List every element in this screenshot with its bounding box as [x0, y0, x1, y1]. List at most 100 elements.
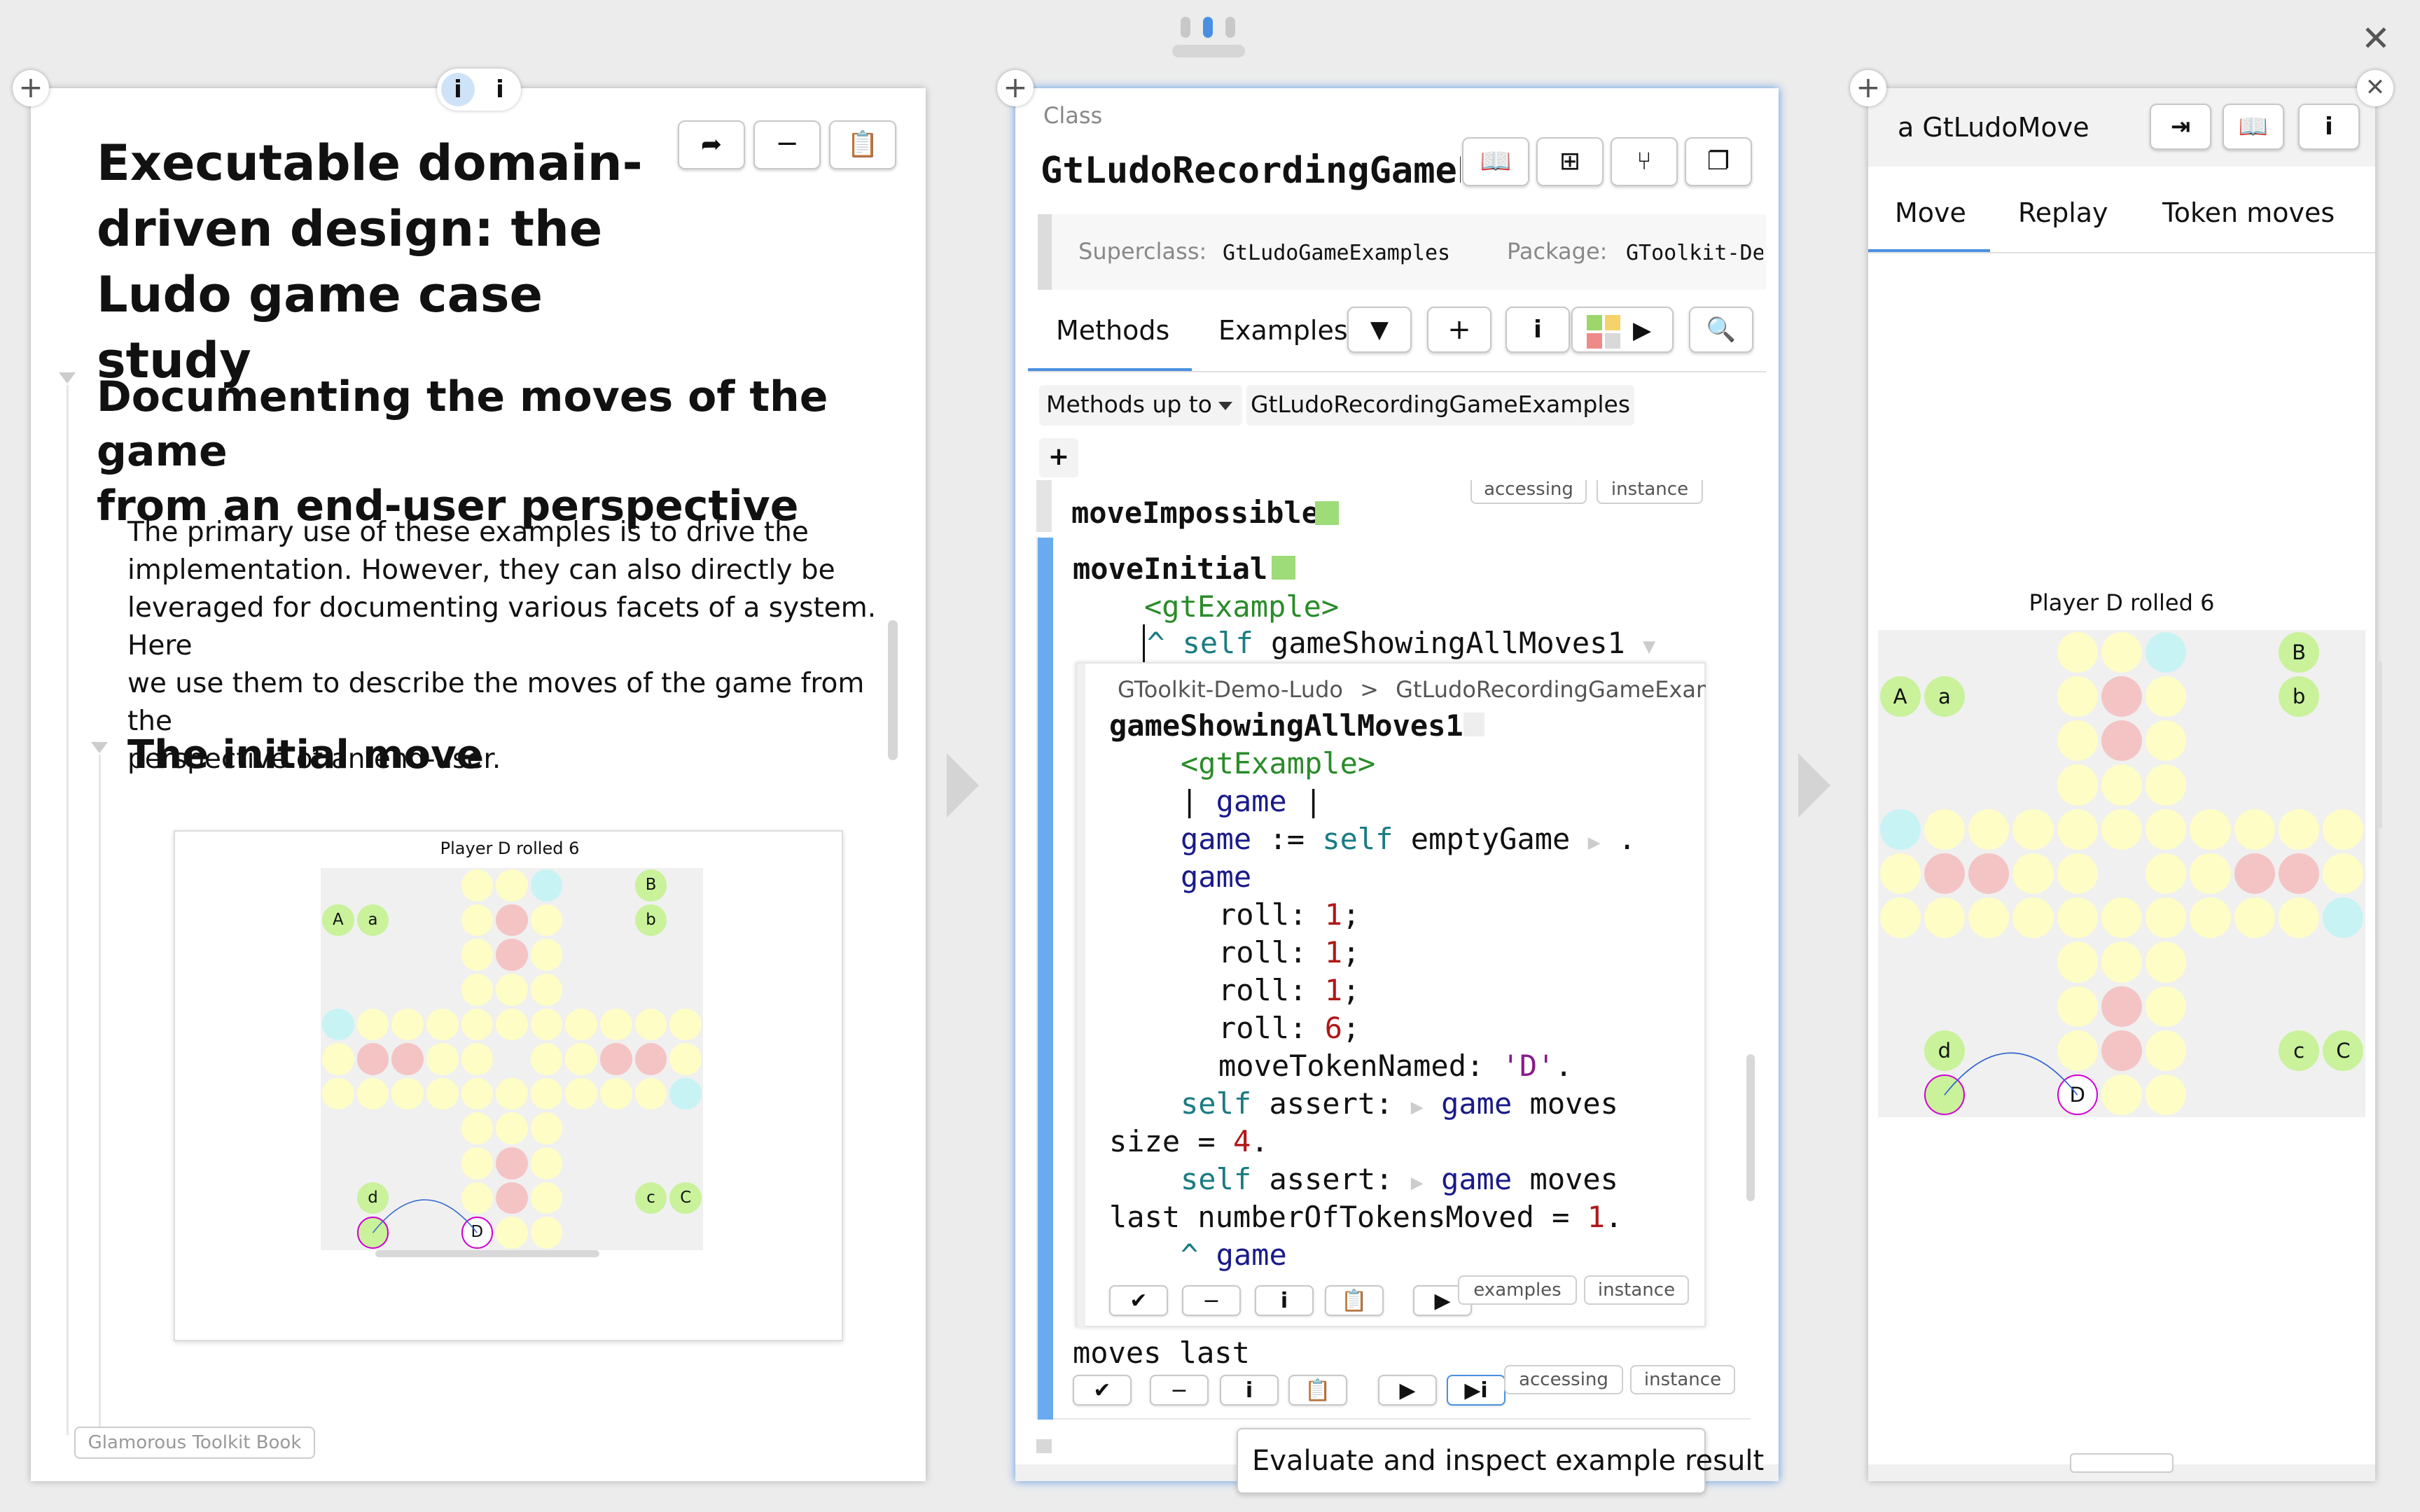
info-icon: i	[496, 76, 504, 104]
close-all-icon[interactable]: ✕	[2358, 21, 2393, 56]
tab-replay[interactable]: Replay	[2018, 197, 2108, 228]
section-collapse-triangle[interactable]	[59, 372, 76, 384]
protocol-tag[interactable]: accessing	[1504, 1365, 1623, 1394]
token-D-active[interactable]: D	[461, 1217, 494, 1249]
side-tag[interactable]: instance	[1597, 480, 1703, 504]
methods-up-to-dropdown[interactable]: Methods up to	[1039, 385, 1242, 426]
method-moveInitial-editor[interactable]: moveInitial <gtExample> ^ self gameShowi…	[1036, 538, 1751, 1420]
documentation-button[interactable]: 📖	[1462, 137, 1529, 186]
clipboard-button[interactable]: 📋	[1325, 1285, 1384, 1316]
clipboard-button[interactable]: 📋	[1288, 1375, 1347, 1406]
discard-button[interactable]: −	[1182, 1285, 1241, 1316]
book-icon: 📖	[2238, 113, 2269, 141]
tab-examples[interactable]: Examples	[1218, 315, 1348, 346]
method-breadcrumb[interactable]: GToolkit-Demo-Ludo > GtLudoRecordingGame…	[1118, 676, 1706, 703]
protocol-tag[interactable]: accessing	[1470, 480, 1587, 504]
method-moveImpossible[interactable]: moveImpossible accessing instance	[1036, 480, 1751, 532]
info-button[interactable]: i	[1255, 1285, 1314, 1316]
preview-scrollbar[interactable]	[375, 1250, 599, 1257]
side-tag[interactable]: instance	[1584, 1275, 1689, 1305]
inspector-scrollbar[interactable]	[2377, 661, 2382, 829]
kind-label: Class	[1043, 102, 1103, 129]
close-pane-icon[interactable]: ✕	[2357, 70, 2393, 106]
side-tag[interactable]: instance	[1630, 1365, 1735, 1394]
filter-button[interactable]: ▼	[1347, 307, 1412, 353]
embedded-method-editor[interactable]: GToolkit-Demo-Ludo > GtLudoRecordingGame…	[1076, 662, 1706, 1329]
editor-scrollbar[interactable]	[1746, 1054, 1755, 1201]
accept-button[interactable]: ✔	[1109, 1285, 1168, 1316]
token-d[interactable]: d	[1924, 1030, 1965, 1072]
book-footer-label[interactable]: Glamorous Toolkit Book	[74, 1427, 315, 1459]
filter-icon: ▼	[1370, 316, 1389, 344]
package-value[interactable]: GToolkit-Demo-Ludo	[1626, 241, 1763, 265]
info-button[interactable]: i	[2298, 104, 2360, 150]
info-icon: i	[2325, 113, 2333, 141]
tab-methods[interactable]: Methods	[1056, 315, 1169, 346]
run-examples-button[interactable]: ▶	[1571, 307, 1674, 353]
embedded-method-name: gameShowingAllMoves1	[1109, 708, 1463, 743]
clipboard-button[interactable]: 📋	[829, 120, 896, 169]
breadcrumb-class[interactable]: GtLudoRecordingGameExamp	[1396, 676, 1706, 703]
add-pane-middle-icon[interactable]: +	[997, 70, 1034, 106]
documentation-button[interactable]: 📖	[2223, 104, 2284, 150]
token-b[interactable]: b	[2278, 676, 2320, 717]
copy-button[interactable]: ❐	[1685, 137, 1752, 186]
class-name[interactable]: GtLudoRecordingGameExamples	[1041, 150, 1461, 199]
breadcrumb-package[interactable]: GToolkit-Demo-Ludo	[1118, 676, 1343, 703]
home-cell	[496, 904, 528, 937]
method-accent-bar	[1036, 480, 1052, 532]
open-page-button[interactable]: ➦	[678, 120, 745, 169]
run-example-button[interactable]: ▶	[1378, 1375, 1437, 1406]
tab-token-moves[interactable]: Token moves	[2162, 197, 2335, 228]
git-branch-button[interactable]: ⑂	[1611, 137, 1678, 186]
token-c[interactable]: c	[634, 1182, 667, 1214]
class-coder-pane: Class GtLudoRecordingGameExamples 📖 ⊞ ⑂ …	[1015, 88, 1779, 1481]
token-B[interactable]: B	[2278, 631, 2320, 673]
minimize-button[interactable]: −	[753, 120, 821, 169]
superclass-label: Superclass:	[1078, 238, 1207, 265]
board-cell	[2234, 808, 2275, 850]
token-D-active[interactable]: D	[2057, 1074, 2098, 1116]
ludo-board[interactable]: Aa Bb d cC D	[321, 868, 703, 1250]
search-button[interactable]: 🔍	[1689, 307, 1753, 353]
navigate-button[interactable]: ⇥	[2150, 104, 2211, 150]
token-C[interactable]: C	[2323, 1030, 2364, 1072]
subsection-collapse-triangle[interactable]	[91, 742, 108, 753]
run-and-inspect-button[interactable]: ▶i	[1447, 1375, 1505, 1406]
pane-separator-arrow-icon	[947, 753, 979, 818]
token-c[interactable]: c	[2278, 1030, 2320, 1072]
token-A[interactable]: A	[1879, 676, 1921, 717]
add-pane-left-icon[interactable]: +	[13, 70, 49, 106]
superclass-value[interactable]: GtLudoGameExamples	[1223, 241, 1450, 265]
token-a[interactable]: a	[1924, 676, 1965, 717]
info-button[interactable]: i	[1220, 1375, 1279, 1406]
pane-scrollbar[interactable]	[888, 620, 898, 760]
accept-button[interactable]: ✔	[1073, 1375, 1132, 1406]
hierarchy-button[interactable]: ⊞	[1536, 137, 1604, 186]
ludo-board[interactable]: Aa Bb d cC D	[1878, 630, 2365, 1117]
window-handle[interactable]	[1172, 14, 1245, 57]
protocol-tag[interactable]: examples	[1458, 1275, 1577, 1305]
inspector-pane: a GtLudoMove ⇥ 📖 i Move Replay Token mov…	[1868, 88, 2375, 1481]
board-cell	[391, 1008, 424, 1041]
token-b[interactable]: b	[634, 904, 667, 937]
add-pane-right-icon[interactable]: +	[1850, 70, 1886, 106]
tab-move[interactable]: Move	[1895, 197, 1966, 228]
board-cell	[426, 1043, 459, 1075]
token-d[interactable]: d	[356, 1182, 389, 1214]
add-method-button[interactable]: +	[1427, 307, 1491, 353]
token-a[interactable]: a	[356, 904, 389, 937]
token-B[interactable]: B	[634, 869, 667, 902]
token-A[interactable]: A	[321, 904, 354, 937]
bottom-drag-handle[interactable]	[2070, 1453, 2174, 1473]
info-button[interactable]: i	[1505, 307, 1570, 353]
collapse-triangle-icon[interactable]: ▼	[1643, 634, 1655, 659]
token-C[interactable]: C	[669, 1182, 702, 1214]
add-protocol-button[interactable]: +	[1039, 438, 1078, 477]
play-icon: ▶	[1434, 1289, 1451, 1313]
board-cell	[2146, 1074, 2187, 1116]
discard-button[interactable]: −	[1150, 1375, 1209, 1406]
info-chip[interactable]: i i	[437, 69, 521, 111]
methods-up-to-value[interactable]: GtLudoRecordingGameExamples	[1246, 385, 1635, 426]
board-cell	[1879, 897, 1921, 939]
